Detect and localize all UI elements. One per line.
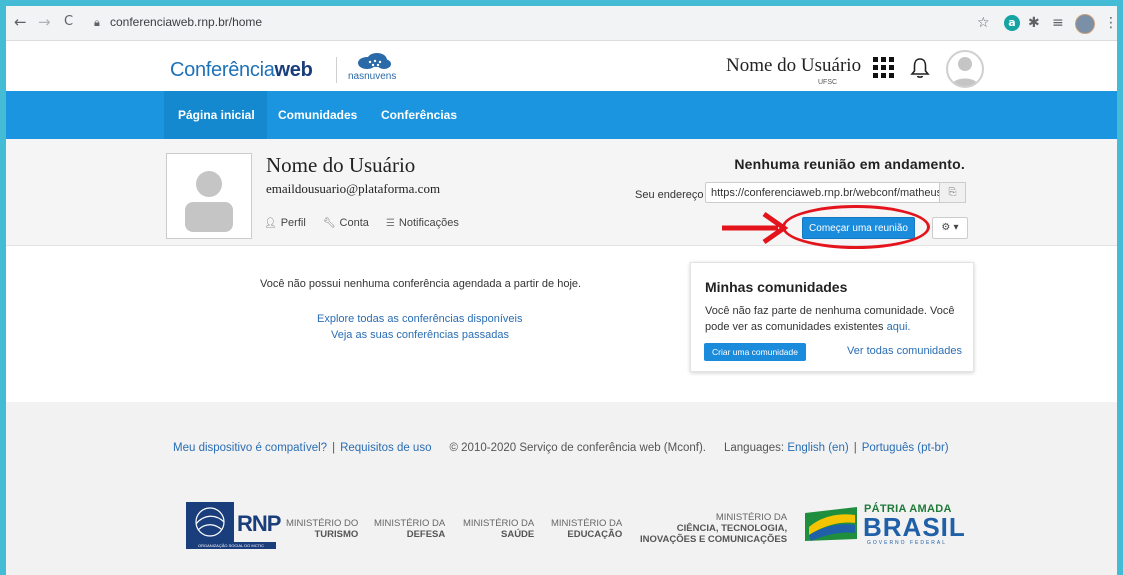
browser-menu-icon[interactable]: ⋮	[1104, 15, 1117, 31]
rnp-badge	[186, 502, 234, 542]
ministry-defense-name: DEFESA	[406, 529, 446, 540]
profile-email: emaildousuario@plataforma.com	[266, 181, 441, 196]
wrench-icon: 🔧︎	[322, 218, 336, 229]
browser-profile-avatar[interactable]	[1075, 14, 1095, 34]
past-conferences-link[interactable]: Veja as suas conferências passadas	[331, 329, 509, 341]
user-avatar[interactable]	[946, 50, 984, 88]
profile-link[interactable]: 👤︎ Perfil	[264, 217, 306, 229]
ministry-defense: MINISTÉRIO DA DEFESA	[374, 518, 445, 540]
puzzle-icon[interactable]: ✱	[1028, 15, 1040, 31]
reload-icon[interactable]: C	[64, 14, 73, 30]
profile-section: Nome do Usuário emaildousuario@plataform…	[6, 139, 1117, 249]
header-user-name[interactable]: Nome do Usuário	[726, 55, 861, 77]
logo-bold-text: web	[274, 59, 313, 81]
ministry-tourism-top: MINISTÉRIO DO	[286, 518, 359, 529]
user-icon: 👤︎	[264, 218, 277, 229]
bell-icon[interactable]	[910, 57, 930, 79]
cloud-icon	[358, 53, 391, 69]
main-navigation: Página inicial Comunidades Conferências	[6, 91, 1117, 139]
ministry-health-name: SAÚDE	[501, 529, 535, 540]
logo-regular-text: Conferência	[170, 59, 275, 81]
footer-links: Meu dispositivo é compatível? | Requisitos…	[173, 442, 949, 454]
extension-a-icon[interactable]: a	[1004, 15, 1020, 31]
red-arrow-icon	[722, 211, 789, 245]
list-icon: ☰	[385, 218, 395, 229]
create-community-button[interactable]: Criar uma comunidade	[704, 343, 806, 361]
lang-english-link[interactable]: English (en)	[787, 442, 848, 454]
nav-item-communities[interactable]: Comunidades	[278, 91, 357, 139]
ministry-education: MINISTÉRIO DA EDUCAÇÃO	[551, 518, 622, 540]
ministry-tourism: MINISTÉRIO DO TURISMO	[286, 518, 358, 540]
profile-picture	[166, 153, 252, 239]
device-compatible-link[interactable]: Meu dispositivo é compatível?	[173, 442, 327, 454]
brazil-flag-icon	[805, 507, 857, 541]
requirements-link[interactable]: Requisitos de uso	[340, 442, 431, 454]
meeting-status: Nenhuma reunião em andamento.	[734, 156, 965, 172]
address-label: Seu endereço	[635, 189, 704, 201]
nasnuvens-logo-text: nasnuvens	[348, 71, 397, 82]
back-arrow-icon[interactable]: ←	[14, 14, 27, 30]
rnp-text: RNP	[237, 511, 281, 536]
lock-icon: 🔒︎	[94, 16, 100, 29]
highlight-circle	[782, 205, 930, 249]
ministry-education-top: MINISTÉRIO DA	[551, 518, 623, 529]
governo-federal-text: GOVERNO FEDERAL	[867, 540, 948, 546]
site-header: Conferênciaweb nasnuvens Nome do Usuário…	[6, 41, 1117, 90]
browser-window: ← → C 🔒︎ conferenciaweb.rnp.br/home ☆ a …	[6, 6, 1117, 575]
copyright-text: © 2010-2020 Serviço de conferência web (…	[449, 442, 706, 454]
brasil-text: BRASIL	[863, 512, 966, 542]
conferenciaweb-logo[interactable]: Conferênciaweb	[170, 59, 313, 82]
reading-list-icon[interactable]: ≡	[1052, 15, 1064, 31]
nav-item-conferences[interactable]: Conferências	[381, 91, 457, 139]
rnp-strip-text: ORGANIZAÇÃO SOCIAL DO MCTIC	[186, 542, 276, 549]
browser-toolbar: ← → C 🔒︎ conferenciaweb.rnp.br/home ☆ a …	[6, 6, 1117, 41]
communities-description: Você não faz parte de nenhuma comunidade…	[705, 305, 955, 333]
ministry-science: MINISTÉRIO DA CIÊNCIA, TECNOLOGIA, INOVA…	[640, 512, 787, 545]
ministry-science-top: MINISTÉRIO DA	[715, 512, 788, 523]
apps-grid-icon[interactable]	[873, 57, 894, 78]
address-bar[interactable]: conferenciaweb.rnp.br/home	[110, 15, 262, 29]
gears-icon[interactable]: ⚙ ▾	[932, 217, 968, 239]
copy-icon[interactable]: ⎘	[940, 182, 966, 203]
ministry-science-line1: CIÊNCIA, TECNOLOGIA,	[676, 523, 788, 534]
star-icon[interactable]: ☆	[977, 15, 990, 31]
communities-here-link[interactable]: aqui.	[887, 321, 911, 333]
ministry-health-top: MINISTÉRIO DA	[463, 518, 535, 529]
languages-label: Languages:	[723, 442, 785, 454]
meeting-address-field[interactable]: https://conferenciaweb.rnp.br/webconf/ma…	[705, 182, 940, 203]
nav-item-home[interactable]: Página inicial	[178, 91, 255, 139]
ministry-tourism-name: TURISMO	[314, 529, 359, 540]
lang-portuguese-link[interactable]: Português (pt-br)	[862, 442, 949, 454]
forward-arrow-icon[interactable]: →	[38, 14, 51, 30]
brasil-government-logo: PÁTRIA AMADA BRASIL GOVERNO FEDERAL	[803, 503, 966, 548]
explore-conferences-link[interactable]: Explore todas as conferências disponívei…	[317, 313, 522, 325]
ministry-health: MINISTÉRIO DA SAÚDE	[463, 518, 534, 540]
my-communities-panel: Minhas comunidades Você não faz parte de…	[690, 262, 974, 372]
no-conferences-text: Você não possui nenhuma conferência agen…	[260, 278, 582, 290]
notifications-link-label: Notificações	[398, 217, 459, 229]
footer: Meu dispositivo é compatível? | Requisitos…	[6, 402, 1117, 575]
logo-divider	[336, 57, 337, 83]
profile-name: Nome do Usuário	[266, 153, 416, 177]
ministry-defense-top: MINISTÉRIO DA	[374, 518, 446, 529]
rnp-logo: RNP ORGANIZAÇÃO SOCIAL DO MCTIC	[186, 502, 281, 552]
profile-link-label: Perfil	[280, 217, 306, 229]
ministry-science-line2: INOVAÇÕES E COMUNICAÇÕES	[640, 534, 788, 545]
account-link-label: Conta	[339, 217, 369, 229]
see-all-communities-link[interactable]: Ver todas comunidades	[847, 345, 962, 357]
header-user-institution: UFSC	[818, 79, 838, 86]
communities-title: Minhas comunidades	[705, 279, 848, 295]
communities-text: Você não faz parte de nenhuma comunidade…	[705, 303, 963, 335]
profile-links: 👤︎ Perfil 🔧︎ Conta ☰ Notificações	[264, 217, 473, 229]
notifications-link[interactable]: ☰ Notificações	[386, 217, 459, 229]
account-link[interactable]: 🔧︎ Conta	[323, 217, 369, 229]
ministry-education-name: EDUCAÇÃO	[567, 529, 623, 540]
